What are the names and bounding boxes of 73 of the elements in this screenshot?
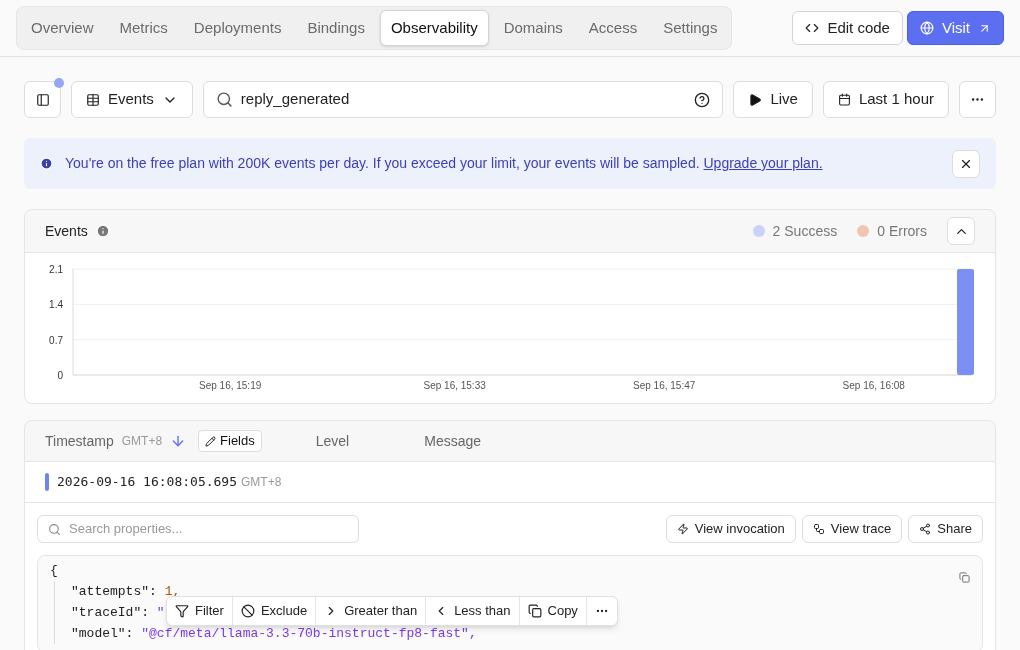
- live-button[interactable]: Live: [733, 81, 813, 118]
- share-icon: [919, 523, 932, 535]
- timezone-label: GMT+8: [241, 474, 282, 491]
- calendar-icon: [837, 93, 851, 106]
- ban-icon: [240, 604, 255, 618]
- time-range-button[interactable]: Last 1 hour: [822, 81, 949, 118]
- search-field[interactable]: reply_generated: [202, 81, 724, 118]
- code-icon: [805, 21, 820, 35]
- timestamp: 2026-09-16 16:08:05.695: [57, 473, 237, 492]
- json-line: "model": "@cf/meta/llama-3.3-70b-instruct-fp8-fast",: [71, 626, 477, 641]
- x-tick-label: Sep 16, 15:19: [199, 380, 262, 391]
- menu-action[interactable]: Less than: [426, 597, 520, 625]
- nav-tab[interactable]: Overview: [20, 9, 105, 47]
- visit-button[interactable]: Visit: [906, 11, 1004, 45]
- column-header: Message: [424, 431, 482, 451]
- json-line: "traceId": ": [71, 605, 165, 620]
- panel-title: Events: [45, 221, 88, 241]
- legend-label: 0 Errors: [877, 221, 927, 241]
- property-search-field[interactable]: Search properties...: [37, 515, 359, 543]
- collapse-button[interactable]: [947, 217, 975, 245]
- menu-action[interactable]: Greater than: [316, 597, 427, 625]
- nodes-icon: [812, 523, 825, 535]
- view-dropdown[interactable]: Events: [71, 81, 193, 118]
- menu-action[interactable]: Copy: [519, 597, 587, 625]
- play-icon: [748, 92, 763, 107]
- fields-button[interactable]: Fields: [198, 430, 262, 452]
- notice-text: You're on the free plan with 200K events per day. If you exceed your limit, your events will be sampled. Upgrade your plan.: [65, 154, 824, 173]
- legend-label: 2 Success: [772, 221, 838, 241]
- table-icon: [86, 92, 100, 107]
- action-button[interactable]: View invocation: [665, 515, 796, 543]
- nav-tab[interactable]: Access: [577, 9, 649, 47]
- search-input[interactable]: reply_generated: [240, 88, 687, 111]
- search-icon: [215, 91, 233, 108]
- pencil-icon: [205, 435, 217, 447]
- column-header: Timestamp: [45, 431, 114, 451]
- nav-tab[interactable]: Bindings: [296, 9, 376, 47]
- copy-icon: [527, 604, 542, 618]
- y-tick-label: 0: [57, 370, 63, 381]
- y-tick-label: 2.1: [49, 264, 63, 275]
- y-tick-label: 1.4: [49, 299, 63, 311]
- column-header: Level: [315, 431, 350, 451]
- info-icon: [95, 224, 110, 238]
- log-row[interactable]: 2026-09-16 16:08:05.695 GMT+8: [25, 462, 995, 503]
- info-icon: [40, 157, 53, 170]
- y-tick-label: 0.7: [49, 334, 63, 346]
- json-line: "attempts": 1,: [71, 584, 181, 599]
- help-icon: [694, 91, 711, 108]
- x-tick-label: Sep 16, 15:33: [423, 380, 486, 391]
- lightning-icon: [676, 523, 689, 535]
- action-button[interactable]: Share: [908, 515, 983, 543]
- edit-code-button[interactable]: Edit code: [792, 11, 903, 45]
- sidebar-icon: [35, 92, 50, 107]
- nav-tab[interactable]: Observability: [379, 9, 489, 47]
- copy-icon[interactable]: [959, 572, 970, 583]
- filter-icon: [175, 604, 189, 618]
- menu-action[interactable]: Exclude: [232, 597, 317, 625]
- nav-tab[interactable]: Metrics: [108, 9, 179, 47]
- search-icon: [48, 522, 61, 536]
- property-search-input[interactable]: Search properties...: [69, 519, 348, 539]
- json-brace: {: [50, 563, 58, 578]
- menu-action[interactable]: Filter: [167, 597, 233, 625]
- panel-toggle-button[interactable]: [24, 81, 61, 118]
- nav-tab[interactable]: Domains: [492, 9, 574, 47]
- upgrade-link[interactable]: Upgrade your plan.: [703, 155, 823, 171]
- action-button[interactable]: View trace: [801, 515, 903, 543]
- nav-tab[interactable]: Settings: [652, 9, 729, 47]
- timezone-label: GMT+8: [121, 433, 163, 450]
- close-button[interactable]: [952, 149, 980, 178]
- x-tick-label: Sep 16, 16:08: [842, 380, 905, 391]
- globe-icon: [919, 21, 934, 35]
- nav-tab[interactable]: Deployments: [182, 9, 293, 47]
- x-tick-label: Sep 16, 15:47: [633, 380, 696, 391]
- more-button[interactable]: [959, 81, 996, 118]
